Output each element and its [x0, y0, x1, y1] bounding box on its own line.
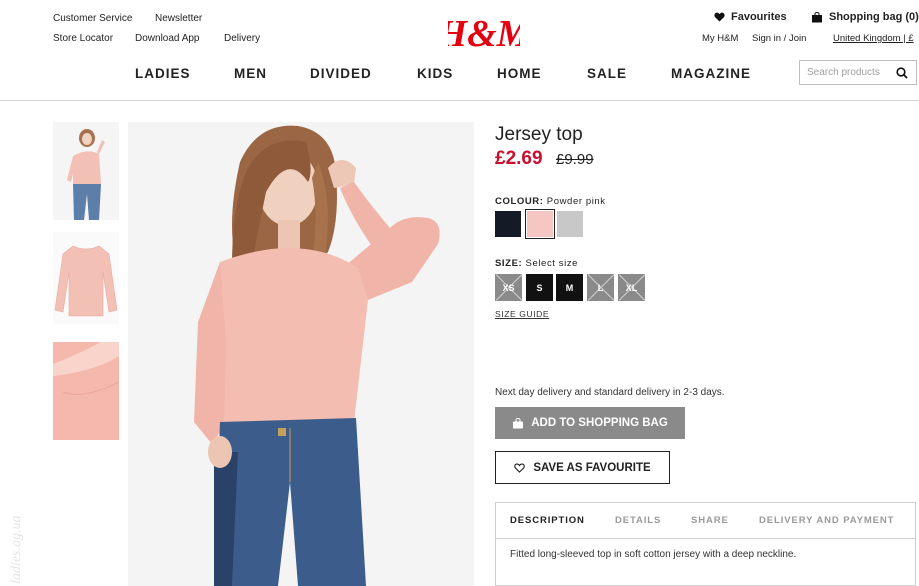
size-s-label: S: [536, 282, 543, 293]
store-locator-link[interactable]: Store Locator: [53, 33, 113, 44]
colour-label: COLOUR:: [495, 196, 544, 207]
sign-in-link[interactable]: Sign in / Join: [752, 33, 806, 44]
product-tabs: DESCRIPTION DETAILS SHARE DELIVERY AND P…: [495, 502, 916, 586]
heart-icon: [714, 12, 725, 22]
save-favourite-label: SAVE AS FAVOURITE: [533, 461, 651, 474]
original-price: £9.99: [556, 151, 594, 168]
tab-share[interactable]: SHARE: [691, 515, 729, 526]
thumbnail-detail[interactable]: [53, 342, 119, 440]
colour-value: Powder pink: [546, 196, 606, 207]
model-photo: [128, 122, 474, 586]
search-icon[interactable]: [896, 67, 908, 79]
delivery-link[interactable]: Delivery: [224, 33, 260, 44]
my-hm-link[interactable]: My H&M: [702, 33, 738, 44]
bag-button-icon: [513, 417, 524, 428]
logo-text: H&M: [448, 13, 520, 54]
favourites-link[interactable]: Favourites: [714, 11, 787, 23]
size-xl[interactable]: XL: [618, 274, 645, 301]
tab-delivery-payment[interactable]: DELIVERY AND PAYMENT: [759, 515, 894, 526]
add-to-bag-label: ADD TO SHOPPING BAG: [531, 417, 668, 429]
size-xs[interactable]: XS: [495, 274, 522, 301]
hm-logo[interactable]: H&M: [448, 10, 520, 54]
tabs-header: DESCRIPTION DETAILS SHARE DELIVERY AND P…: [496, 503, 915, 539]
shopping-bag-label: Shopping bag (0): [829, 11, 919, 23]
nav-ladies[interactable]: LADIES: [135, 66, 191, 81]
heart-outline-icon: [514, 462, 526, 473]
size-m[interactable]: M: [556, 274, 583, 301]
nav-magazine[interactable]: MAGAZINE: [671, 66, 751, 81]
newsletter-link[interactable]: Newsletter: [155, 13, 202, 24]
nav-kids[interactable]: KIDS: [417, 66, 453, 81]
size-xs-label: XS: [502, 282, 515, 293]
thumbnail-flat[interactable]: [53, 232, 119, 324]
thumbnail-detail-image: [53, 342, 119, 440]
description-text: Fitted long-sleeved top in soft cotton j…: [510, 549, 797, 560]
nav-home[interactable]: HOME: [497, 66, 542, 81]
nav-men[interactable]: MEN: [234, 66, 267, 81]
tab-details[interactable]: DETAILS: [615, 515, 661, 526]
thumbnail-flat-image: [53, 232, 119, 324]
search-input[interactable]: [807, 67, 895, 78]
nav-sale[interactable]: SALE: [587, 66, 627, 81]
size-label-row: SIZE: Select size: [495, 258, 578, 269]
size-m-label: M: [565, 282, 574, 293]
size-l[interactable]: L: [587, 274, 614, 301]
sale-price: £2.69: [495, 148, 543, 169]
size-s[interactable]: S: [526, 274, 553, 301]
shopping-bag-link[interactable]: Shopping bag (0): [811, 11, 919, 23]
tab-description[interactable]: DESCRIPTION: [510, 515, 585, 526]
size-l-label: L: [597, 282, 604, 293]
size-value: Select size: [525, 258, 579, 269]
colour-label-row: COLOUR: Powder pink: [495, 196, 606, 207]
customer-service-link[interactable]: Customer Service: [53, 13, 132, 24]
shopping-bag-icon: [812, 11, 822, 22]
product-name: Jersey top: [495, 124, 583, 145]
search-box: [799, 60, 917, 85]
swatch-grey-marl[interactable]: [557, 211, 583, 237]
favourites-label: Favourites: [731, 11, 787, 23]
thumbnail-model-image: [53, 122, 119, 220]
delivery-info: Next day delivery and standard delivery …: [495, 387, 725, 398]
swatch-powder-pink[interactable]: [525, 209, 555, 239]
size-xl-label: XL: [625, 282, 638, 293]
add-to-bag-button[interactable]: ADD TO SHOPPING BAG: [495, 407, 685, 439]
thumbnail-model[interactable]: [53, 122, 119, 220]
nav-divided[interactable]: DIVIDED: [310, 66, 372, 81]
save-favourite-button[interactable]: SAVE AS FAVOURITE: [495, 451, 670, 484]
size-label: SIZE:: [495, 258, 523, 269]
product-main-image[interactable]: [128, 122, 474, 586]
swatch-dark-blue[interactable]: [495, 211, 521, 237]
country-selector[interactable]: United Kingdom | £: [833, 33, 914, 44]
watermark: ladies.ag.ua: [9, 516, 24, 584]
download-app-link[interactable]: Download App: [135, 33, 200, 44]
size-guide-link[interactable]: SIZE GUIDE: [495, 309, 549, 319]
site-header: Customer Service Newsletter Store Locato…: [0, 0, 919, 101]
watermark-text: ladies.ag.ua: [9, 516, 24, 584]
